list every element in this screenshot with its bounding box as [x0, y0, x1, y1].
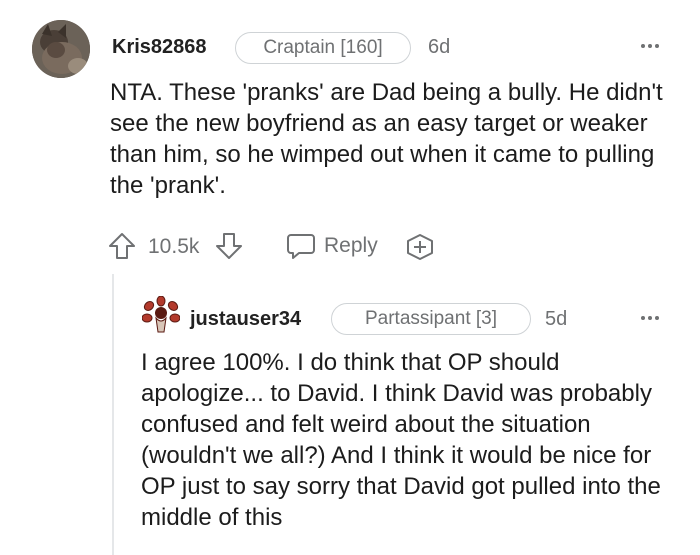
reply-icon[interactable] — [285, 231, 317, 261]
award-icon[interactable] — [404, 232, 436, 262]
comment-body: NTA. These 'pranks' are Dad being a bull… — [110, 79, 663, 199]
thread-line[interactable] — [112, 274, 114, 555]
avatar[interactable] — [32, 20, 90, 78]
downvote-icon[interactable] — [214, 231, 244, 261]
cat-avatar-icon — [32, 20, 90, 78]
reply-body: I agree 100%. I do think that OP should … — [141, 349, 661, 531]
reply-button[interactable]: Reply — [324, 234, 378, 258]
upvote-icon[interactable] — [107, 231, 137, 261]
reply-avatar[interactable] — [141, 295, 181, 334]
comment-age: 6d — [428, 36, 451, 58]
more-options-icon[interactable] — [641, 44, 659, 48]
demogorgon-avatar-icon — [141, 295, 181, 333]
reply-age: 5d — [545, 308, 568, 330]
reply-more-options-icon[interactable] — [641, 316, 659, 320]
reply-user-flair: Partassipant [3] — [331, 303, 531, 335]
user-flair: Craptain [160] — [235, 32, 411, 64]
reply-username[interactable]: justauser34 — [190, 308, 301, 331]
comment-username[interactable]: Kris82868 — [112, 36, 207, 59]
vote-count: 10.5k — [148, 235, 200, 258]
